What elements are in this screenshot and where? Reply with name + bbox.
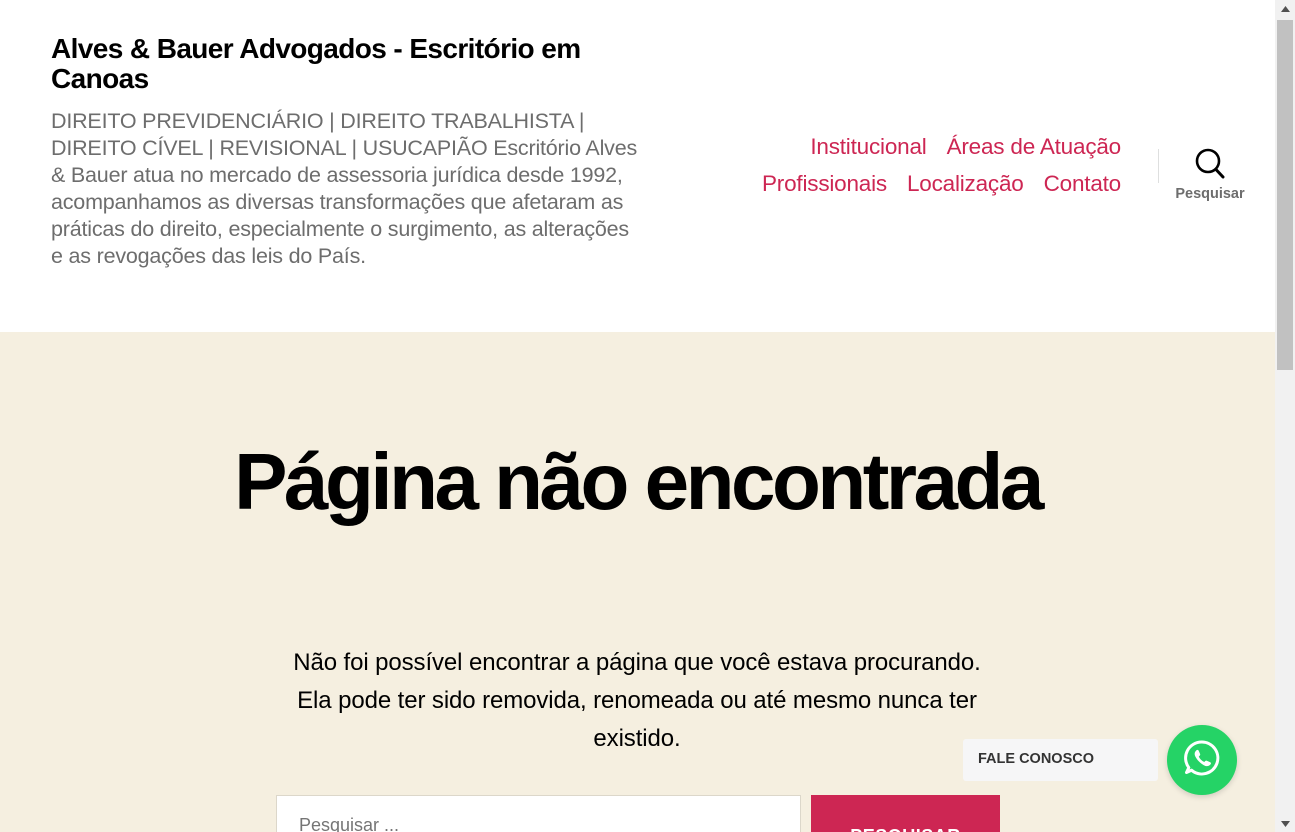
search-input[interactable] (276, 795, 801, 832)
scroll-down-arrow-icon[interactable] (1275, 815, 1295, 832)
error-message: Não foi possível encontrar a página que … (293, 649, 981, 752)
search-submit-button[interactable]: Pesquisar (811, 795, 1000, 832)
nav-item-institucional[interactable]: Institucional (810, 134, 926, 160)
nav-row: Profissionais Localização Contato (701, 165, 1121, 202)
search-icon (1195, 148, 1225, 180)
scrollbar-thumb[interactable] (1277, 20, 1293, 370)
scroll-up-arrow-icon[interactable] (1275, 0, 1295, 17)
page: Alves & Bauer Advogados - Escritório em … (0, 0, 1295, 832)
whatsapp-icon (1182, 738, 1222, 783)
nav-item-areas-de-atuacao[interactable]: Áreas de Atuação (947, 134, 1122, 160)
vertical-scrollbar[interactable] (1275, 0, 1295, 832)
primary-nav: Institucional Áreas de Atuação Profissio… (701, 128, 1121, 202)
search-toggle-button[interactable]: Pesquisar (1170, 148, 1250, 212)
nav-item-contato[interactable]: Contato (1044, 171, 1122, 197)
nav-item-profissionais[interactable]: Profissionais (762, 171, 887, 197)
header-divider (1158, 149, 1159, 183)
search-toggle-label: Pesquisar (1175, 186, 1245, 202)
nav-item-localizacao[interactable]: Localização (907, 171, 1024, 197)
site-header: Alves & Bauer Advogados - Escritório em … (0, 0, 1275, 332)
site-description: DIREITO PREVIDENCIÁRIO | DIREITO TRABALH… (51, 109, 638, 268)
whatsapp-button[interactable] (1167, 725, 1237, 795)
site-title[interactable]: Alves & Bauer Advogados - Escritório em … (51, 34, 641, 94)
nav-row: Institucional Áreas de Atuação (701, 128, 1121, 165)
whatsapp-label[interactable]: FALE CONOSCO (963, 739, 1158, 781)
page-title: Página não encontrada (234, 437, 1044, 526)
search-form: Pesquisar (276, 795, 1000, 832)
